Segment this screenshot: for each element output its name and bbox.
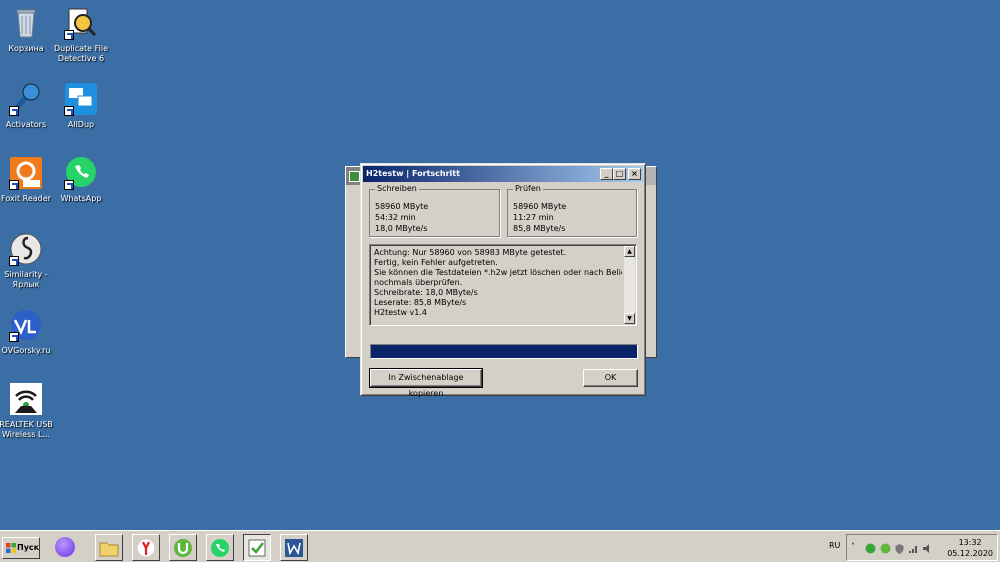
shortcut-arrow-icon	[9, 256, 19, 266]
desktop-icon-whatsapp[interactable]: WhatsApp	[49, 156, 113, 204]
result-log-text: Achtung: Nur 58960 von 58983 MByte getes…	[374, 248, 622, 322]
h2testw-app-icon	[349, 171, 360, 182]
h2testw-icon	[248, 539, 266, 557]
log-line: Sie können die Testdateien *.h2w jetzt l…	[374, 268, 622, 277]
taskbar-yandex-browser[interactable]	[132, 534, 160, 561]
log-scrollbar[interactable]: ▲ ▼	[624, 246, 635, 324]
taskbar-utorrent[interactable]	[169, 534, 197, 561]
taskbar: Пуск RU ˄ 13:32 05.12.2020	[0, 530, 1000, 562]
dialog-titlebar[interactable]: H2testw | Fortschritt _ □ ×	[363, 166, 643, 182]
ok-button[interactable]: OK	[583, 369, 638, 387]
log-line: Fertig, kein Fehler aufgetreten.	[374, 258, 498, 267]
alldup-icon	[64, 82, 98, 116]
dialog-title: H2testw | Fortschritt	[366, 169, 460, 178]
shortcut-arrow-icon	[64, 106, 74, 116]
write-group-title: Schreiben	[375, 184, 419, 193]
desktop-icon-ovgorsky[interactable]: OVGorsky.ru	[0, 308, 58, 356]
alice-assistant-icon[interactable]	[55, 537, 75, 557]
start-label: Пуск	[17, 543, 40, 552]
log-line: Achtung: Nur 58960 von 58983 MByte getes…	[374, 248, 567, 257]
start-button[interactable]: Пуск	[2, 537, 40, 559]
shortcut-arrow-icon	[9, 106, 19, 116]
log-line: nochmals überprüfen.	[374, 278, 463, 287]
progress-bar	[370, 344, 638, 359]
desktop-icon-alldup[interactable]: AllDup	[49, 82, 113, 130]
shortcut-arrow-icon	[9, 332, 19, 342]
write-group: Schreiben 58960 MByte 54:32 min 18,0 MBy…	[369, 184, 500, 237]
taskbar-explorer[interactable]	[95, 534, 123, 561]
write-size: 58960 MByte	[375, 202, 429, 211]
taskbar-whatsapp[interactable]	[206, 534, 234, 561]
shortcut-arrow-icon	[9, 180, 19, 190]
utorrent-tray-icon[interactable]	[880, 543, 891, 554]
h2testw-progress-dialog[interactable]: H2testw | Fortschritt _ □ × Schreiben 58…	[360, 163, 646, 398]
windows-flag-icon	[6, 543, 16, 553]
desktop-icon-duplicate-file-detective[interactable]: Duplicate File Detective 6	[49, 6, 113, 64]
clock-time: 13:32	[958, 538, 982, 547]
clock[interactable]: 13:32 05.12.2020	[947, 537, 993, 559]
desktop-icon-label: REALTEK USB Wireless L...	[0, 420, 53, 439]
yandex-browser-icon	[136, 538, 156, 558]
chevron-up-icon[interactable]: ˄	[851, 542, 862, 553]
desktop-icon-label: Duplicate File Detective 6	[53, 44, 109, 63]
maximize-icon: □	[615, 169, 624, 178]
verify-size: 58960 MByte	[513, 202, 567, 211]
minimize-icon: _	[604, 169, 609, 178]
shield-icon[interactable]	[894, 543, 905, 554]
signal-strength-icon[interactable]	[908, 543, 919, 554]
copy-to-clipboard-button[interactable]: In Zwischenablage kopieren	[369, 368, 483, 398]
progress-fill	[371, 345, 637, 358]
close-icon: ×	[631, 169, 638, 178]
write-time: 54:32 min	[375, 213, 416, 222]
write-rate: 18,0 MByte/s	[375, 224, 428, 233]
clock-date: 05.12.2020	[947, 549, 993, 558]
window-controls: _ □ ×	[600, 168, 641, 180]
log-line: Schreibrate: 18,0 MByte/s	[374, 288, 478, 297]
ovgorsky-icon	[9, 308, 43, 342]
verify-group: Prüfen 58960 MByte 11:27 min 85,8 MByte/…	[507, 184, 637, 237]
taskbar-word[interactable]	[280, 534, 308, 561]
volume-icon[interactable]	[922, 543, 933, 554]
scroll-up-button[interactable]: ▲	[624, 246, 635, 257]
whatsapp-icon	[211, 539, 229, 557]
scroll-down-button[interactable]: ▼	[624, 313, 635, 324]
activators-icon	[9, 82, 43, 116]
arrow-up-icon: ▲	[627, 248, 632, 255]
verify-time: 11:27 min	[513, 213, 554, 222]
result-log-textbox[interactable]: Achtung: Nur 58960 von 58983 MByte getes…	[369, 244, 637, 326]
taskbar-h2testw[interactable]	[243, 534, 271, 561]
whatsapp-icon	[64, 156, 98, 190]
desktop-icon-realtek-wireless[interactable]: REALTEK USB Wireless L...	[0, 382, 58, 440]
shortcut-arrow-icon	[64, 180, 74, 190]
desktop-icon-label: OVGorsky.ru	[1, 346, 51, 355]
desktop-icon-label: Similarity - Ярлык	[4, 270, 48, 289]
arrow-down-icon: ▼	[627, 315, 632, 322]
network-status-icon[interactable]	[865, 543, 876, 554]
verify-group-title: Prüfen	[513, 184, 543, 193]
recycle-bin-icon	[9, 6, 43, 40]
utorrent-icon	[174, 539, 192, 557]
log-line: H2testw v1.4	[374, 308, 428, 317]
desktop-icon-label: AllDup	[67, 120, 95, 129]
realtek-wireless-icon	[9, 382, 43, 416]
folder-icon	[99, 542, 119, 557]
similarity-icon	[9, 232, 43, 266]
language-indicator[interactable]: RU	[829, 541, 840, 550]
duplicate-file-detective-icon	[64, 6, 98, 40]
minimize-button[interactable]: _	[600, 168, 613, 180]
desktop-icon-label: WhatsApp	[60, 194, 102, 203]
desktop-icon-similarity[interactable]: Similarity - Ярлык	[0, 232, 58, 290]
log-line: Leserate: 85,8 MByte/s	[374, 298, 467, 307]
close-button[interactable]: ×	[628, 168, 641, 180]
maximize-button[interactable]: □	[613, 168, 626, 180]
foxit-reader-icon	[9, 156, 43, 190]
system-tray: ˄ 13:32 05.12.2020	[846, 534, 998, 561]
word-icon	[285, 539, 303, 557]
verify-rate: 85,8 MByte/s	[513, 224, 566, 233]
shortcut-arrow-icon	[64, 30, 74, 40]
